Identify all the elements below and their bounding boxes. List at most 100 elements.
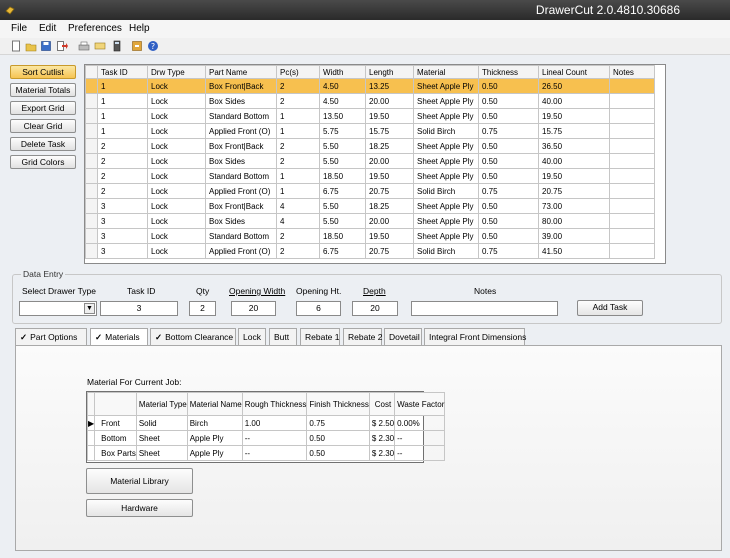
menu-help[interactable]: Help [129,23,150,34]
table-cell[interactable]: Sheet Apple Ply [413,138,479,154]
table-cell[interactable]: Sheet Apple Ply [413,78,479,94]
row-header[interactable] [85,228,98,244]
row-header[interactable] [86,445,96,461]
table-cell[interactable]: $ 2.30 [368,430,396,446]
table-cell[interactable]: 15.75 [538,123,610,139]
table-cell[interactable]: 0.75 [306,415,370,431]
table-cell[interactable]: Solid Birch [413,243,479,259]
table-cell[interactable]: Sheet [135,445,188,461]
table-cell[interactable]: 1 [276,123,320,139]
table-cell[interactable]: 2 [276,228,320,244]
table-cell[interactable]: Sheet Apple Ply [413,228,479,244]
table-cell[interactable]: Box Front|Back [205,78,277,94]
table-cell[interactable]: 0.50 [306,430,370,446]
table-cell[interactable]: 19.50 [365,228,414,244]
table-cell[interactable]: 0.50 [306,445,370,461]
column-header[interactable]: Material [413,65,479,79]
table-cell[interactable]: Sheet [135,430,188,446]
column-header[interactable]: Waste Factor [394,392,446,416]
table-cell[interactable]: 20.00 [365,93,414,109]
table-cell[interactable] [609,213,655,229]
table-cell[interactable]: 15.75 [365,123,414,139]
table-row[interactable]: Box Parts Sheet Apple Ply -- 0.50 $ 2.30 -- [86,445,446,461]
table-cell[interactable]: 2 [276,153,320,169]
table-cell[interactable]: Lock [147,78,206,94]
column-header[interactable]: Thickness [478,65,539,79]
column-header[interactable]: Finish Thickness [306,392,370,416]
table-cell[interactable]: 0.50 [478,168,539,184]
table-cell[interactable]: Apple Ply [186,430,243,446]
calculator-icon[interactable] [111,40,123,52]
table-row[interactable]: 2 Lock Standard Bottom 1 18.50 19.50 Sheet App… [85,168,659,184]
table-cell[interactable]: 1.00 [241,415,308,431]
tab-rebate-1[interactable]: Rebate 1 [300,328,340,346]
new-file-icon[interactable] [10,40,22,52]
table-cell[interactable]: Sheet Apple Ply [413,198,479,214]
column-header[interactable]: Pc(s) [276,65,320,79]
table-row[interactable]: 2 Lock Box Front|Back 2 5.50 18.25 Sheet Apple… [85,138,659,154]
table-cell[interactable]: $ 2.30 [368,445,396,461]
table-cell[interactable]: 80.00 [538,213,610,229]
table-cell[interactable]: 18.50 [319,228,366,244]
table-cell[interactable]: Lock [147,213,206,229]
table-cell[interactable] [609,198,655,214]
tab-bottom-clearance[interactable]: ✓ Bottom Clearance [150,328,236,346]
table-cell[interactable]: Standard Bottom [205,168,277,184]
row-header[interactable] [85,93,98,109]
table-cell[interactable]: Standard Bottom [205,228,277,244]
table-cell[interactable]: 4.50 [319,78,366,94]
table-cell[interactable]: Apple Ply [186,445,243,461]
table-cell[interactable]: 3 [97,198,148,214]
column-header[interactable]: Length [365,65,414,79]
export-grid-button[interactable]: Export Grid [10,101,76,115]
table-cell[interactable]: Sheet Apple Ply [413,153,479,169]
export-icon[interactable] [56,40,68,52]
current-row-arrow-icon[interactable]: ▶ [86,415,96,431]
help-icon[interactable]: ? [147,40,159,52]
table-cell[interactable]: 0.50 [478,78,539,94]
table-cell[interactable]: 0.50 [478,93,539,109]
table-cell[interactable]: Lock [147,228,206,244]
delete-task-button[interactable]: Delete Task [10,137,76,151]
table-cell[interactable]: 3 [97,228,148,244]
table-cell[interactable]: 6.75 [319,183,366,199]
table-cell[interactable]: 3 [97,243,148,259]
column-header[interactable]: Notes [609,65,655,79]
table-cell[interactable]: Sheet Apple Ply [413,168,479,184]
table-cell[interactable]: 5.50 [319,153,366,169]
table-cell[interactable]: 26.50 [538,78,610,94]
row-header[interactable] [85,123,98,139]
table-cell[interactable]: Lock [147,198,206,214]
tab-integral-front-dimensions[interactable]: Integral Front Dimensions [424,328,526,346]
table-cell[interactable]: 0.75 [478,243,539,259]
table-cell[interactable]: 1 [276,183,320,199]
tab-lock[interactable]: Lock [238,328,266,346]
table-cell[interactable]: 41.50 [538,243,610,259]
table-cell[interactable]: 5.50 [319,213,366,229]
table-cell[interactable]: 18.25 [365,138,414,154]
table-cell[interactable]: 4 [276,198,320,214]
table-cell[interactable]: 4.50 [319,93,366,109]
depth-field[interactable]: 20 [352,301,398,316]
materials-grid[interactable]: Material Type Material Name Rough Thicknes… [86,391,446,463]
table-cell[interactable]: 2 [97,153,148,169]
tab-dovetail[interactable]: Dovetail [384,328,422,346]
table-cell[interactable]: 5.50 [319,138,366,154]
column-header[interactable]: Task ID [97,65,148,79]
menu-preferences[interactable]: Preferences [68,23,122,34]
table-row[interactable]: 2 Lock Applied Front (O) 1 6.75 20.75 Solid Bi… [85,183,659,199]
table-row[interactable]: 1 Lock Standard Bottom 1 13.50 19.50 Sheet App… [85,108,659,124]
column-header[interactable]: Drw Type [147,65,206,79]
table-row[interactable]: ▶ Front Solid Birch 1.00 0.75 $ 2.50 0.00% [86,415,446,431]
opening-width-field[interactable]: 20 [231,301,276,316]
table-cell[interactable]: 0.75 [478,183,539,199]
table-cell[interactable] [609,168,655,184]
open-folder-icon[interactable] [25,40,37,52]
table-cell[interactable]: -- [241,430,308,446]
table-cell[interactable]: 13.50 [319,108,366,124]
table-cell[interactable] [609,138,655,154]
table-cell[interactable] [609,243,655,259]
table-cell[interactable]: Lock [147,108,206,124]
table-cell[interactable]: 20.75 [538,183,610,199]
table-cell[interactable] [609,78,655,94]
